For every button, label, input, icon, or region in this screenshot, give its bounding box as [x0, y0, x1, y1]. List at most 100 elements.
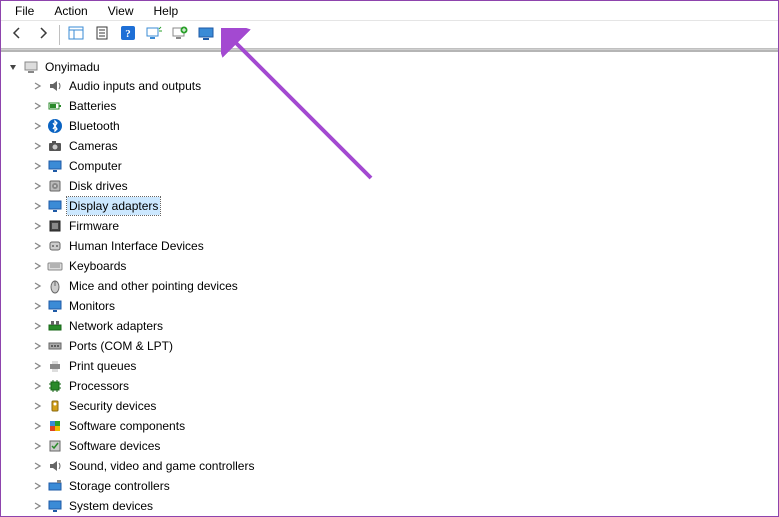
- chevron-right-icon[interactable]: [31, 180, 43, 192]
- chevron-right-icon[interactable]: [31, 340, 43, 352]
- chevron-down-icon[interactable]: [7, 61, 19, 73]
- mouse-icon: [47, 278, 63, 294]
- chevron-right-icon[interactable]: [31, 320, 43, 332]
- help-icon: ?: [120, 25, 136, 44]
- tree-node-label: Computer: [67, 157, 124, 175]
- camera-icon: [47, 138, 63, 154]
- tree-node-label: Batteries: [67, 97, 118, 115]
- properties-button[interactable]: [90, 23, 114, 47]
- chevron-right-icon[interactable]: [31, 360, 43, 372]
- back-button[interactable]: [5, 23, 29, 47]
- network-icon: [47, 318, 63, 334]
- chevron-right-icon[interactable]: [31, 240, 43, 252]
- tree-node[interactable]: Software components: [31, 416, 772, 436]
- tree-root-label: Onyimadu: [43, 60, 102, 74]
- tree-node[interactable]: Storage controllers: [31, 476, 772, 496]
- tree-node-label: Disk drives: [67, 177, 130, 195]
- port-icon: [47, 338, 63, 354]
- tree-node[interactable]: Security devices: [31, 396, 772, 416]
- tree-node-label: Sound, video and game controllers: [67, 457, 256, 475]
- update-driver-icon: [146, 26, 162, 43]
- sound-controller-icon: [47, 458, 63, 474]
- menubar: File Action View Help: [1, 1, 778, 21]
- tree-node[interactable]: Audio inputs and outputs: [31, 76, 772, 96]
- back-icon: [10, 26, 24, 43]
- uninstall-device-button[interactable]: [168, 23, 192, 47]
- monitor-icon: [47, 158, 63, 174]
- chevron-right-icon[interactable]: [31, 480, 43, 492]
- tree-root[interactable]: Onyimadu: [7, 58, 772, 76]
- tree-node-label: Software devices: [67, 437, 162, 455]
- chevron-right-icon[interactable]: [31, 120, 43, 132]
- tree-node[interactable]: Display adapters: [31, 196, 772, 216]
- tree-node[interactable]: Disk drives: [31, 176, 772, 196]
- tree-node-label: System devices: [67, 497, 155, 515]
- disk-icon: [47, 178, 63, 194]
- software-device-icon: [47, 438, 63, 454]
- tree-node[interactable]: Firmware: [31, 216, 772, 236]
- properties-sheet-icon: [95, 26, 109, 43]
- forward-icon: [36, 26, 50, 43]
- tree-node-label: Firmware: [67, 217, 121, 235]
- tree-node[interactable]: Bluetooth: [31, 116, 772, 136]
- show-hide-console-tree-button[interactable]: [64, 23, 88, 47]
- chevron-right-icon[interactable]: [31, 500, 43, 512]
- menu-file[interactable]: File: [5, 2, 44, 20]
- help-button[interactable]: ?: [116, 23, 140, 47]
- storage-icon: [47, 478, 63, 494]
- chevron-right-icon[interactable]: [31, 80, 43, 92]
- tree-node[interactable]: Sound, video and game controllers: [31, 456, 772, 476]
- tree-node[interactable]: Cameras: [31, 136, 772, 156]
- chevron-right-icon[interactable]: [31, 200, 43, 212]
- chevron-right-icon[interactable]: [31, 440, 43, 452]
- tree-node[interactable]: Processors: [31, 376, 772, 396]
- audio-icon: [47, 78, 63, 94]
- chevron-right-icon[interactable]: [31, 260, 43, 272]
- menu-view[interactable]: View: [98, 2, 144, 20]
- toolbar-separator: [59, 25, 60, 45]
- hid-icon: [47, 238, 63, 254]
- tree-node[interactable]: Print queues: [31, 356, 772, 376]
- tree-node[interactable]: Software devices: [31, 436, 772, 456]
- battery-icon: [47, 98, 63, 114]
- tree-node[interactable]: Monitors: [31, 296, 772, 316]
- tree-node-label: Monitors: [67, 297, 117, 315]
- tree-node-label: Keyboards: [67, 257, 128, 275]
- security-icon: [47, 398, 63, 414]
- tree-node[interactable]: Ports (COM & LPT): [31, 336, 772, 356]
- chevron-right-icon[interactable]: [31, 300, 43, 312]
- tree-node[interactable]: Mice and other pointing devices: [31, 276, 772, 296]
- menu-help[interactable]: Help: [144, 2, 189, 20]
- chevron-right-icon[interactable]: [31, 140, 43, 152]
- chevron-right-icon[interactable]: [31, 220, 43, 232]
- tree-node-label: Processors: [67, 377, 131, 395]
- chevron-right-icon[interactable]: [31, 100, 43, 112]
- update-driver-button[interactable]: [142, 23, 166, 47]
- forward-button[interactable]: [31, 23, 55, 47]
- chevron-right-icon[interactable]: [31, 400, 43, 412]
- tree-node[interactable]: Network adapters: [31, 316, 772, 336]
- chevron-right-icon[interactable]: [31, 380, 43, 392]
- menu-action[interactable]: Action: [44, 2, 97, 20]
- chevron-right-icon[interactable]: [31, 160, 43, 172]
- chevron-right-icon[interactable]: [31, 280, 43, 292]
- tree-node[interactable]: Computer: [31, 156, 772, 176]
- tree-node-label: Ports (COM & LPT): [67, 337, 175, 355]
- software-component-icon: [47, 418, 63, 434]
- tree-node-label: Mice and other pointing devices: [67, 277, 240, 295]
- tree-node[interactable]: System devices: [31, 496, 772, 516]
- tree-node[interactable]: Batteries: [31, 96, 772, 116]
- chevron-right-icon[interactable]: [31, 420, 43, 432]
- scan-hardware-button[interactable]: [194, 23, 218, 47]
- bluetooth-icon: [47, 118, 63, 134]
- processor-icon: [47, 378, 63, 394]
- device-tree[interactable]: Onyimadu Audio inputs and outputs Batter…: [1, 52, 778, 516]
- scan-hardware-icon: [198, 26, 214, 43]
- chevron-right-icon[interactable]: [31, 460, 43, 472]
- tree-node-label: Bluetooth: [67, 117, 122, 135]
- tree-node-label: Software components: [67, 417, 187, 435]
- uninstall-device-icon: [172, 26, 188, 43]
- monitor-icon: [47, 298, 63, 314]
- tree-node[interactable]: Human Interface Devices: [31, 236, 772, 256]
- tree-node[interactable]: Keyboards: [31, 256, 772, 276]
